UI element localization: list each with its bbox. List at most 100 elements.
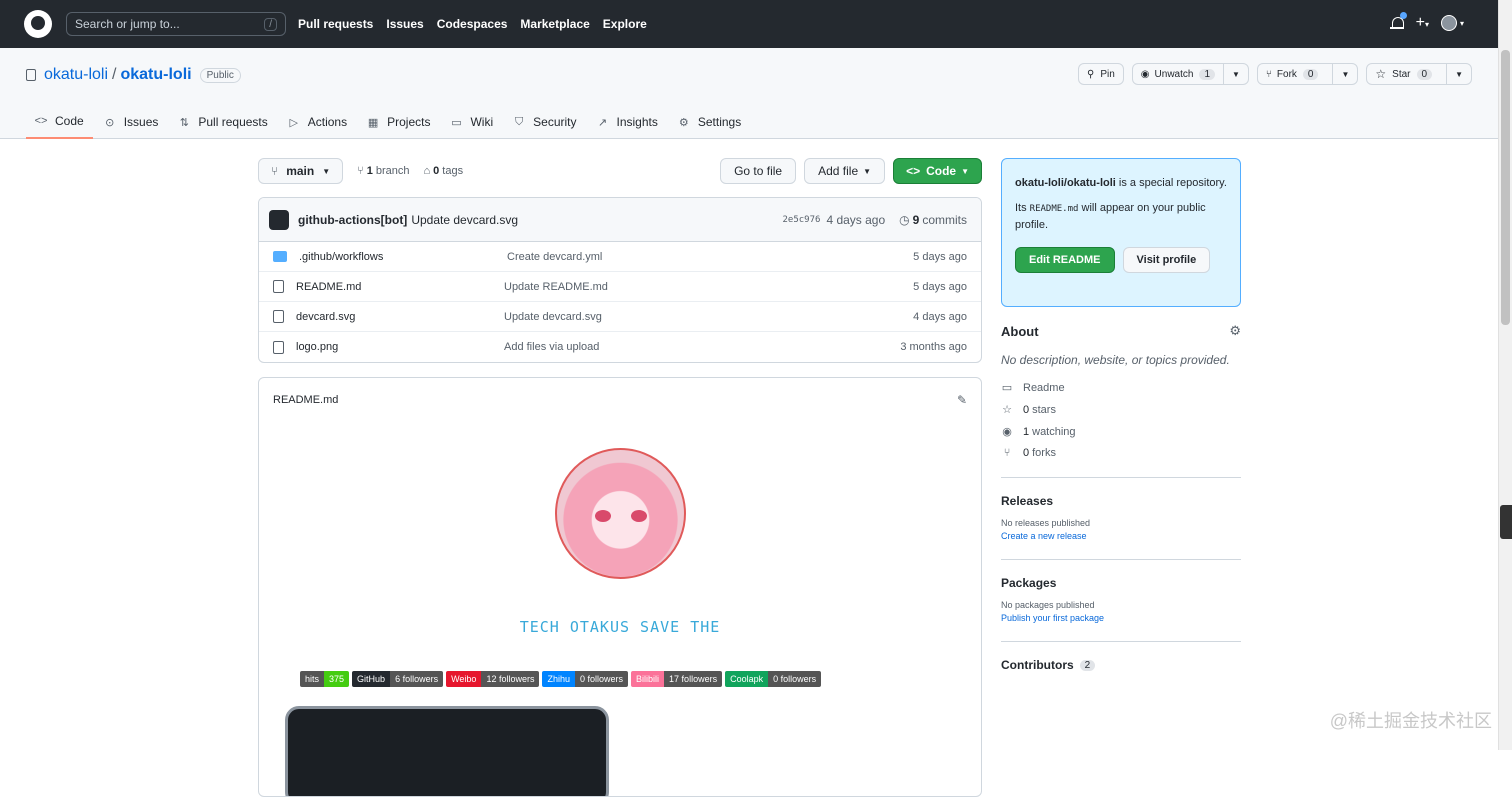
tab-pull-requests[interactable]: ⇅ Pull requests: [169, 105, 276, 139]
search-input[interactable]: Search or jump to... /: [66, 12, 286, 36]
contributors-header[interactable]: Contributors 2: [1001, 658, 1241, 672]
pin-label: Pin: [1100, 68, 1115, 80]
file-name[interactable]: README.md: [296, 281, 504, 293]
file-name[interactable]: logo.png: [296, 341, 504, 353]
file-age: 3 months ago: [900, 341, 967, 353]
history-icon: ◷: [899, 212, 910, 227]
watching-link[interactable]: ◉ 1 watching: [1001, 425, 1241, 439]
eye-icon: ◉: [1140, 68, 1150, 80]
special-text-prefix: Its: [1015, 202, 1030, 215]
go-to-file-button[interactable]: Go to file: [720, 158, 797, 184]
side-panel-handle[interactable]: [1500, 505, 1512, 539]
fork-label: Fork: [1276, 68, 1297, 80]
tab-projects[interactable]: ▦ Projects: [358, 105, 439, 139]
branches-link[interactable]: ⑂ 1 branch: [357, 165, 409, 177]
forks-count: 0: [1023, 447, 1030, 459]
nav-issues[interactable]: Issues: [386, 17, 423, 31]
readme-title[interactable]: README.md: [273, 394, 338, 406]
file-commit-message[interactable]: Add files via upload: [504, 341, 900, 353]
create-release-link[interactable]: Create a new release: [1001, 531, 1241, 541]
fork-button[interactable]: ⑂ Fork 0 ▼: [1256, 63, 1359, 85]
chevron-down-icon[interactable]: ▼: [1223, 64, 1240, 84]
file-commit-message[interactable]: Update devcard.svg: [504, 311, 913, 323]
add-file-label: Add file: [818, 164, 859, 178]
repo-actions: ⚲ Pin ◉ Unwatch 1 ▼ ⑂ Fork 0 ▼ ☆ Star 0 ▼: [1078, 63, 1472, 85]
commit-count: 9: [912, 212, 920, 227]
play-icon: ▷: [289, 116, 298, 129]
stars-link[interactable]: ☆ 0 stars: [1001, 403, 1241, 417]
repo-title: okatu-loli / okatu-loli Public: [26, 66, 241, 84]
header-actions: +▾ ▾: [1389, 12, 1464, 32]
watching-count: 1: [1023, 425, 1030, 438]
commit-author[interactable]: github-actions[bot]: [298, 213, 407, 227]
file-name[interactable]: devcard.svg: [296, 311, 504, 323]
tab-issues[interactable]: ⊙ Issues: [95, 105, 168, 139]
file-name[interactable]: .github/workflows: [299, 251, 507, 263]
badge-coolapk[interactable]: Coolapk 0 followers: [725, 671, 822, 687]
file-commit-message[interactable]: Update README.md: [504, 281, 913, 293]
nav-explore[interactable]: Explore: [603, 17, 647, 31]
tab-security[interactable]: ⛉ Security: [504, 105, 585, 139]
forks-link[interactable]: ⑂ 0 forks: [1001, 447, 1241, 459]
fork-count: 0: [1302, 68, 1319, 80]
tab-actions[interactable]: ▷ Actions: [279, 105, 356, 139]
gear-icon[interactable]: ⚙: [1229, 323, 1241, 339]
file-row[interactable]: devcard.svg Update devcard.svg 4 days ag…: [259, 302, 981, 332]
tab-label: Actions: [307, 115, 348, 129]
special-readme-text: Its README.md will appear on your public…: [1015, 200, 1227, 234]
page-scrollbar[interactable]: [1498, 0, 1512, 750]
edit-readme-button[interactable]: Edit README: [1015, 247, 1115, 274]
file-row[interactable]: README.md Update README.md 5 days ago: [259, 272, 981, 302]
notifications-bell-icon[interactable]: [1389, 12, 1407, 31]
star-button[interactable]: ☆ Star 0 ▼: [1366, 63, 1472, 85]
chevron-down-icon: ▼: [322, 166, 331, 176]
nav-codespaces[interactable]: Codespaces: [437, 17, 508, 31]
global-header: Search or jump to... / Pull requests Iss…: [0, 0, 1498, 48]
star-count: 0: [1416, 68, 1433, 80]
edit-pencil-icon[interactable]: ✎: [957, 393, 967, 407]
pin-button[interactable]: ⚲ Pin: [1078, 63, 1124, 85]
readme-panel: README.md ✎ TECH OTAKUS SAVE THE hits 375…: [258, 377, 982, 797]
badge-bilibili[interactable]: Bilibili 17 followers: [631, 671, 723, 687]
repo-name-link[interactable]: okatu-loli: [120, 66, 191, 84]
visit-profile-button[interactable]: Visit profile: [1122, 247, 1211, 274]
badge-weibo[interactable]: Weibo 12 followers: [446, 671, 540, 687]
badge-value: 0 followers: [768, 671, 822, 687]
unwatch-button[interactable]: ◉ Unwatch 1 ▼: [1131, 63, 1249, 85]
tab-settings[interactable]: ⚙ Settings: [669, 105, 750, 139]
file-row[interactable]: .github/workflows Create devcard.yml 5 d…: [259, 242, 981, 272]
scrollbar-thumb[interactable]: [1501, 50, 1510, 325]
user-menu[interactable]: ▾: [1440, 15, 1464, 31]
unwatch-label: Unwatch: [1154, 68, 1194, 80]
badge-zhihu[interactable]: Zhihu 0 followers: [542, 671, 629, 687]
badge-hits[interactable]: hits 375: [300, 671, 350, 687]
commits-link[interactable]: ◷ 9 commits: [899, 213, 967, 227]
releases-title[interactable]: Releases: [1001, 494, 1241, 508]
tab-code[interactable]: <> Code: [26, 105, 93, 139]
nav-marketplace[interactable]: Marketplace: [520, 17, 589, 31]
notification-dot: [1399, 12, 1407, 19]
divider: [1001, 477, 1241, 478]
create-new-plus-icon[interactable]: +▾: [1416, 14, 1429, 32]
file-row[interactable]: logo.png Add files via upload 3 months a…: [259, 332, 981, 362]
commit-sha[interactable]: 2e5c976: [783, 215, 821, 225]
badge-github[interactable]: GitHub 6 followers: [352, 671, 444, 687]
nav-pull-requests[interactable]: Pull requests: [298, 17, 373, 31]
repo-owner-link[interactable]: okatu-loli: [44, 66, 108, 84]
global-nav: Pull requests Issues Codespaces Marketpl…: [298, 17, 660, 31]
publish-package-link[interactable]: Publish your first package: [1001, 613, 1241, 623]
code-button[interactable]: <> Code ▼: [893, 158, 982, 184]
readme-link[interactable]: ▭ Readme: [1001, 381, 1241, 395]
tags-link[interactable]: ⌂ 0 tags: [424, 165, 464, 177]
commit-message[interactable]: Update devcard.svg: [411, 213, 518, 227]
tag-icon: ⌂: [423, 165, 431, 177]
add-file-button[interactable]: Add file ▼: [804, 158, 886, 184]
branch-select-button[interactable]: ⑂ main ▼: [258, 158, 344, 184]
tab-wiki[interactable]: ▭ Wiki: [441, 105, 502, 139]
chevron-down-icon[interactable]: ▼: [1446, 64, 1463, 84]
packages-title[interactable]: Packages: [1001, 576, 1241, 590]
chevron-down-icon[interactable]: ▼: [1332, 64, 1349, 84]
github-logo-icon[interactable]: [24, 10, 52, 38]
file-commit-message[interactable]: Create devcard.yml: [507, 251, 913, 263]
tab-insights[interactable]: ↗ Insights: [588, 105, 667, 139]
